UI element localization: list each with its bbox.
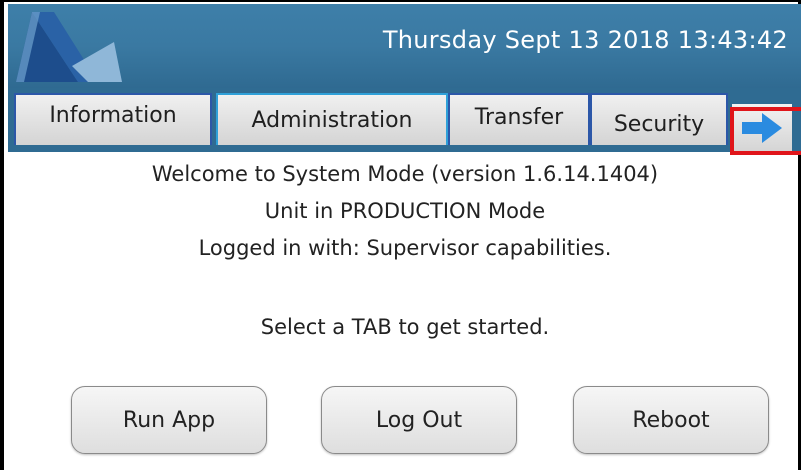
tab-transfer[interactable]: Transfer [448,93,590,145]
log-out-button[interactable]: Log Out [321,386,517,454]
company-logo-icon [16,12,122,82]
tab-administration[interactable]: Administration [216,93,448,145]
main-content: Welcome to System Mode (version 1.6.14.1… [8,152,801,470]
mode-text: Unit in PRODUCTION Mode [264,199,546,223]
run-app-button[interactable]: Run App [71,386,267,454]
tab-security[interactable]: Security [590,93,728,145]
login-text: Logged in with: Supervisor capabilities. [198,236,612,260]
highlight-box [730,107,801,155]
tab-bar: Information Administration Transfer Secu… [8,88,801,152]
tab-information[interactable]: Information [14,93,212,145]
screen: Thursday Sept 13 2018 13:43:42 Informati… [0,0,801,470]
header-bar: Thursday Sept 13 2018 13:43:42 [8,4,801,88]
datetime-display: Thursday Sept 13 2018 13:43:42 [382,26,788,54]
welcome-text: Welcome to System Mode (version 1.6.14.1… [151,162,659,186]
prompt-text: Select a TAB to get started. [260,315,550,339]
reboot-button[interactable]: Reboot [573,386,769,454]
